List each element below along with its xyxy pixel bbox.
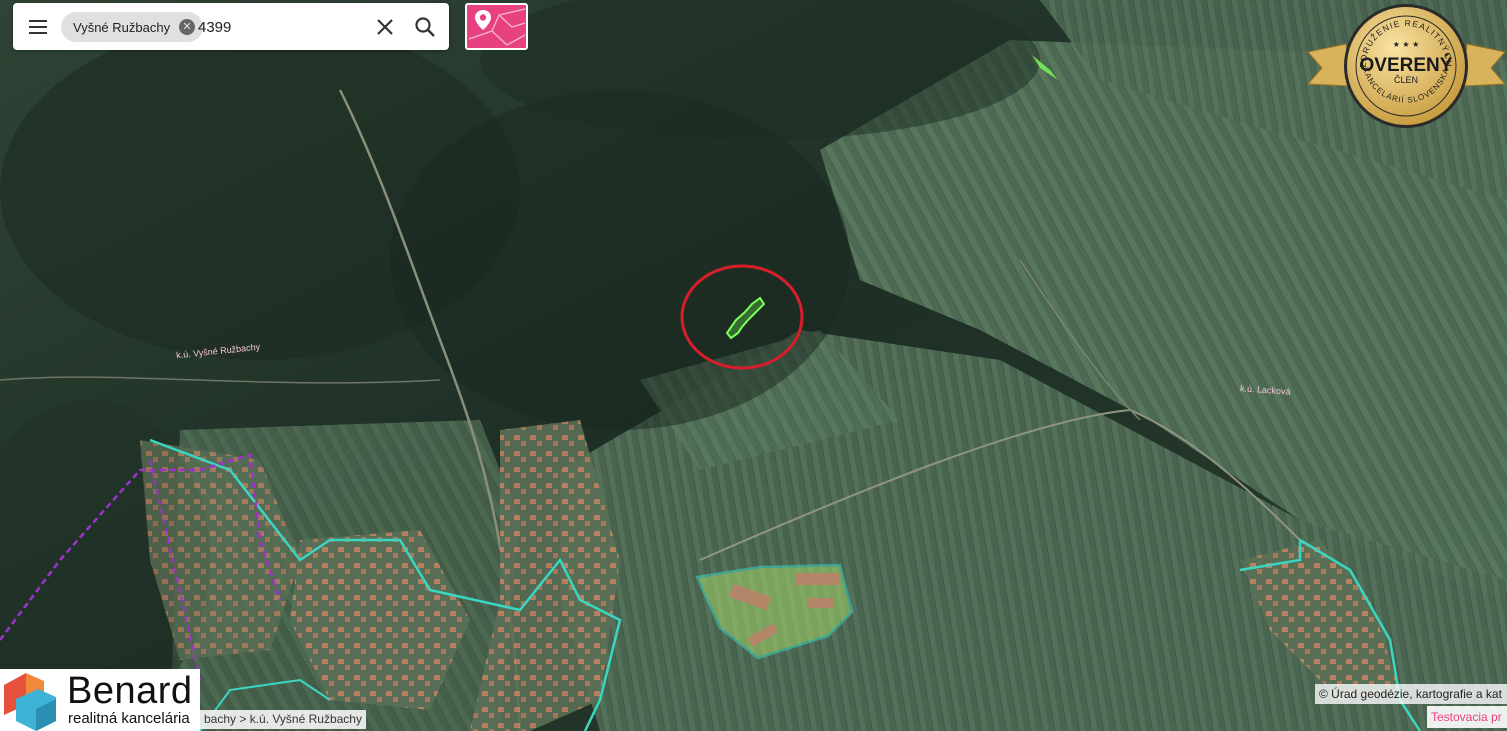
badge-main-text: OVERENÝ: [1360, 54, 1453, 76]
map-attribution: © Úrad geodézie, kartografie a kat: [1315, 684, 1507, 704]
badge-sub-text: ČLEN: [1394, 75, 1418, 85]
verified-member-badge: ZDRUŽENIE REALITNÝCH KANCELÁRIÍ SLOVENSK…: [1306, 4, 1507, 128]
menu-icon[interactable]: [25, 14, 51, 40]
badge-stars: ★ ★ ★: [1393, 40, 1420, 49]
map-pin-icon: [468, 8, 526, 46]
benard-logo: Benard realitná kancelária: [0, 669, 200, 731]
search-icon[interactable]: [413, 15, 437, 39]
parcel-map-button[interactable]: [465, 3, 528, 50]
logo-tagline: realitná kancelária: [68, 710, 190, 727]
search-bar: Vyšné Ružbachy ✕: [13, 3, 449, 50]
location-chip[interactable]: Vyšné Ružbachy ✕: [61, 12, 204, 42]
chip-clear-icon[interactable]: ✕: [179, 19, 196, 35]
logo-brand-text: Benard: [67, 670, 193, 712]
close-icon[interactable]: [374, 16, 396, 38]
testing-link[interactable]: Testovacia pr: [1427, 706, 1507, 728]
location-chip-label: Vyšné Ružbachy: [73, 19, 171, 35]
search-input[interactable]: [198, 12, 358, 42]
benard-logo-icon: [4, 673, 56, 731]
satellite-map[interactable]: [0, 0, 1507, 731]
breadcrumb[interactable]: bachy > k.ú. Vyšné Ružbachy: [200, 710, 366, 729]
